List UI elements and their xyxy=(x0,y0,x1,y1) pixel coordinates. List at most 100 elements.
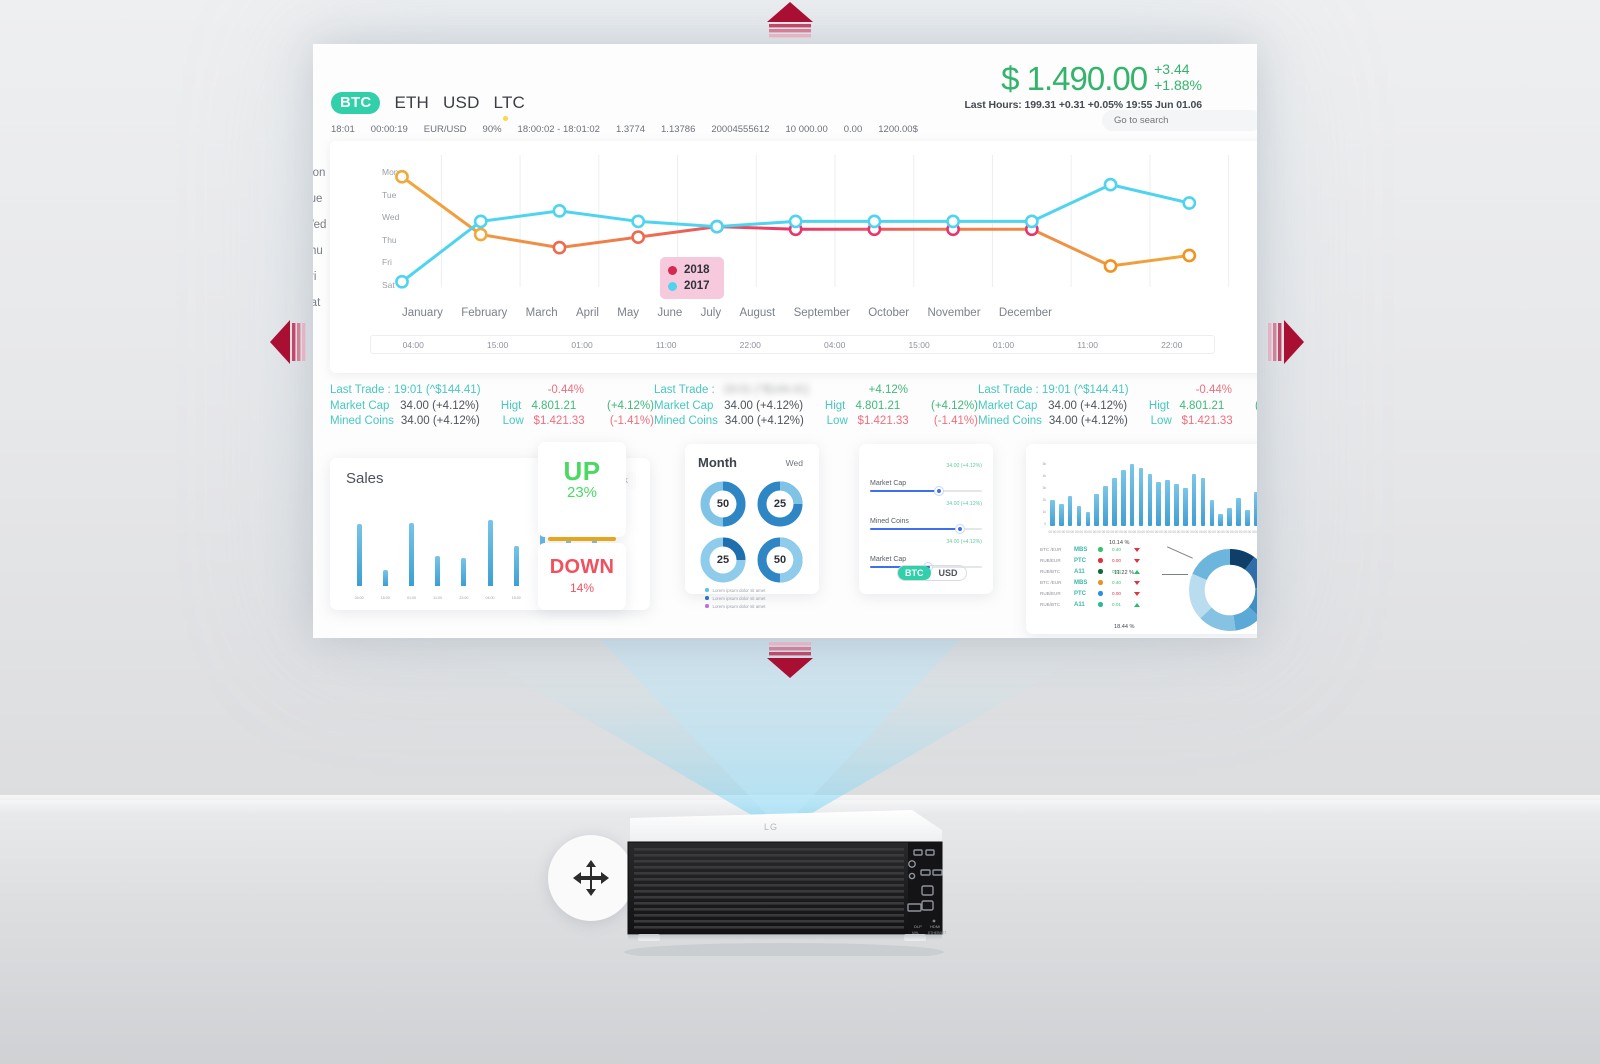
slider-track[interactable] xyxy=(870,487,982,495)
sales-bar-wrap xyxy=(398,508,424,586)
currency-pair-table: BTC /EUR MBS 0.40 RUB/EUR PTC 0.00 RUB/BTC A11 0… xyxy=(1040,544,1148,610)
overview-bar-wrap xyxy=(1128,462,1137,526)
pair-code: MBS xyxy=(1074,546,1088,553)
overview-bar xyxy=(1183,488,1188,526)
legend-dot xyxy=(705,604,709,608)
down-arrow-icon[interactable] xyxy=(763,640,817,680)
time-tick: 22:00 xyxy=(739,339,761,350)
pair-row: RUB/EUR PTC 0.00 xyxy=(1040,588,1148,599)
pair-name: RUB/EUR xyxy=(1040,558,1061,563)
overview-bar-wrap xyxy=(1234,462,1243,526)
sales-bar-label: 15:00 xyxy=(511,596,521,600)
overview-bar xyxy=(1094,494,1100,526)
legend-item-2018: 2018 xyxy=(668,262,710,278)
stat-value: 34.00 (+4.12%) xyxy=(724,400,804,412)
stat-label-2: Higt xyxy=(824,400,846,412)
move-left-arrow[interactable] xyxy=(268,318,308,371)
ticker-item: 90% xyxy=(482,124,502,135)
market-slider[interactable]: Market Cap 34.00 (+4.12%) xyxy=(870,463,982,495)
overview-y-labels: 5k 4k 3k 2k 1k 0 xyxy=(1034,462,1046,526)
x-tick-label: June xyxy=(657,307,683,319)
currency-tab-btc[interactable]: BTC xyxy=(331,92,381,114)
time-scrubber[interactable]: 04:00 15:00 01:00 11:00 22:00 04:00 15:00 01:00… xyxy=(370,335,1215,354)
slider-label: Mined Coins xyxy=(870,518,909,525)
sales-bar-wrap xyxy=(346,508,372,586)
legend-label-2017: 2017 xyxy=(684,280,710,292)
move-up-arrow[interactable] xyxy=(763,0,817,45)
overview-bar xyxy=(1138,468,1144,526)
right-arrow-icon[interactable] xyxy=(1266,318,1306,366)
move-right-arrow[interactable] xyxy=(1266,318,1306,371)
gauge-value: 50 xyxy=(710,491,736,517)
stat-change: (+4.12%) xyxy=(1255,400,1257,412)
stat-label-2: Low xyxy=(502,415,524,427)
overview-x-tick: 00:00 xyxy=(1110,530,1119,534)
last-trade-change: +4.12% xyxy=(868,384,908,396)
market-slider[interactable]: Mined Coins 34.00 (+4.12%) xyxy=(870,501,982,533)
stat-label-2: Low xyxy=(826,415,848,427)
y-tick: Wed xyxy=(313,219,327,231)
up-arrow-icon[interactable] xyxy=(763,0,817,40)
legend-dot-2017 xyxy=(668,281,677,291)
down-label: DOWN xyxy=(549,556,615,578)
x-tick-label: April xyxy=(575,307,599,319)
overview-bar xyxy=(1245,510,1250,526)
usd-toggle-option[interactable]: USD xyxy=(931,566,966,580)
search-input[interactable] xyxy=(1102,110,1257,131)
slider-knob[interactable] xyxy=(955,525,964,533)
move-cross-icon[interactable] xyxy=(571,858,611,898)
pair-name: RUB/EUR xyxy=(1040,591,1061,596)
overview-bar-wrap xyxy=(1225,462,1234,526)
legend-text: Lorem ipsum dolor sit amet xyxy=(712,587,766,593)
pair-status-dot xyxy=(1098,591,1112,596)
ticker-item: 1.3774 xyxy=(615,124,646,135)
stat-label: Market Cap xyxy=(330,400,390,412)
slider-knob[interactable] xyxy=(935,487,944,495)
sales-bar-label: 22:00 xyxy=(459,596,469,600)
projected-dashboard: BTC ETH USD LTC 18:01 00:00:19 EUR/USD 9… xyxy=(313,44,1257,638)
pair-name: RUB/BTC xyxy=(1040,602,1061,607)
pair-code: MBS xyxy=(1074,579,1088,586)
donut-pct-label: 18.44 % xyxy=(1114,624,1135,630)
currency-tab-eth[interactable]: ETH xyxy=(394,93,429,113)
sales-bar-wrap xyxy=(425,508,451,586)
stat-label: Market Cap xyxy=(978,400,1038,412)
overview-bar xyxy=(1253,492,1257,526)
currency-tab-ltc[interactable]: LTC xyxy=(494,93,525,113)
projector-brand-label: LG xyxy=(764,822,778,832)
overview-y-tick: 4k xyxy=(1042,474,1046,478)
slider-track[interactable] xyxy=(870,525,982,533)
pair-code: A11 xyxy=(1074,568,1085,575)
overview-bar xyxy=(1200,478,1206,526)
allocation-donut: 10.14 % 13.44 % 11.22 % 12.65 % 11.02 % … xyxy=(1109,540,1257,636)
btc-toggle-option[interactable]: BTC xyxy=(898,566,931,580)
move-down-arrow[interactable] xyxy=(763,640,817,685)
overview-x-tick: 00:00 xyxy=(1181,530,1190,534)
svg-text:HDMI: HDMI xyxy=(930,924,940,929)
y-tick: Thu xyxy=(313,245,323,257)
last-trade-change: -0.44% xyxy=(547,384,584,396)
overview-x-tick: 00:00 xyxy=(1048,530,1057,534)
currency-tab-usd[interactable]: USD xyxy=(443,93,480,113)
ticker-item: EUR/USD xyxy=(423,124,467,135)
currency-tabs[interactable]: BTC ETH USD LTC xyxy=(331,92,525,114)
projector-svg: DLP HDMI MHL ETHERNET LG xyxy=(624,810,946,961)
sales-bar xyxy=(382,570,388,586)
pair-code: PTC xyxy=(1074,557,1086,564)
svg-text:DLP: DLP xyxy=(914,924,922,929)
overview-bar-wrap xyxy=(1137,462,1146,526)
stat-label: Market Cap xyxy=(654,400,714,412)
stat-value: 34.00 (+4.12%) xyxy=(400,400,480,412)
overview-y-tick: 1k xyxy=(1042,510,1046,514)
overview-bar xyxy=(1112,478,1117,526)
gauge-value: 25 xyxy=(710,547,736,573)
price-delta: +3.44 +1.88% xyxy=(1154,61,1202,93)
overview-bar-wrap xyxy=(1075,462,1084,526)
sales-bar-label: 15:00 xyxy=(380,596,390,600)
btc-usd-toggle[interactable]: BTC USD xyxy=(897,565,967,581)
left-arrow-icon[interactable] xyxy=(268,318,308,366)
chart-plot-area xyxy=(395,155,1230,289)
price-delta-pct: +1.88% xyxy=(1154,76,1202,93)
month-legend-row: Lorem ipsum dolor sit amet xyxy=(705,594,765,602)
pair-value: 0.40 xyxy=(1112,547,1121,552)
